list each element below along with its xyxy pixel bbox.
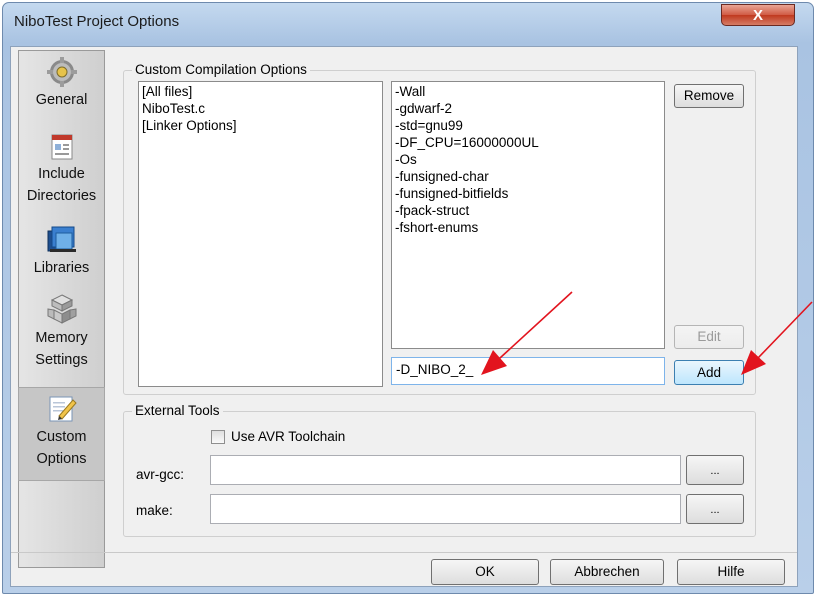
annotation-arrows	[481, 291, 813, 375]
annotation-arrowhead-input	[481, 350, 507, 375]
annotation-arrow-add	[757, 301, 813, 359]
annotation-arrow-input	[499, 291, 573, 359]
